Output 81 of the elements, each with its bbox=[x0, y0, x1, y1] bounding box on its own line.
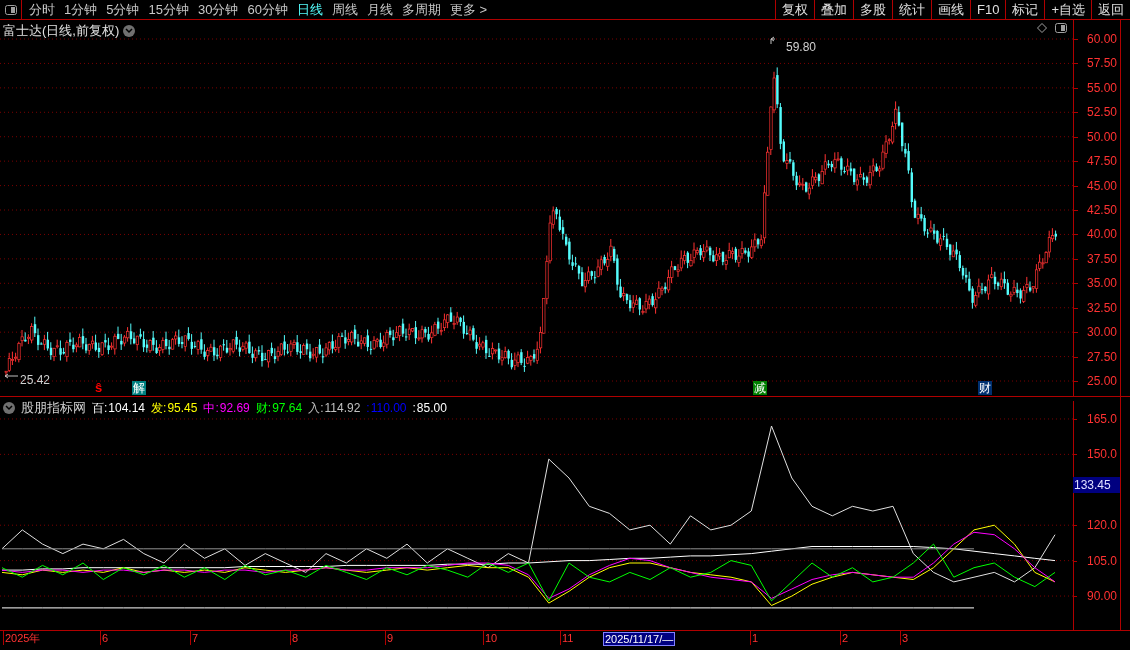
indicator-value: 95.45 bbox=[167, 399, 198, 417]
toolbar-button[interactable]: 统计 bbox=[892, 0, 931, 19]
indicator-label: : bbox=[366, 399, 370, 417]
axis-label: 52.50 bbox=[1086, 106, 1117, 119]
axis-label: 120.0 bbox=[1086, 519, 1117, 532]
diamond-icon[interactable] bbox=[1037, 23, 1047, 33]
time-label: 1 bbox=[750, 631, 759, 645]
period-tab[interactable]: 15分钟 bbox=[148, 0, 189, 20]
period-tab[interactable]: 30分钟 bbox=[197, 0, 239, 20]
axis-label: 40.00 bbox=[1086, 228, 1117, 241]
indicator-label: 中: bbox=[203, 399, 219, 417]
period-tab[interactable]: 多周期 bbox=[401, 0, 441, 20]
current-value-label: 133.45 bbox=[1073, 477, 1120, 493]
axis-label: 57.50 bbox=[1086, 57, 1117, 70]
axis-label: 30.00 bbox=[1086, 326, 1117, 339]
axis-label: 150.0 bbox=[1086, 448, 1117, 461]
dropdown-icon[interactable] bbox=[123, 24, 136, 37]
indicator-value: 92.69 bbox=[219, 399, 250, 417]
indicator-value: 104.14 bbox=[108, 399, 146, 417]
toolbar-button[interactable]: 标记 bbox=[1005, 0, 1045, 19]
panel-toggle-icon[interactable] bbox=[1055, 23, 1067, 33]
signal-tag: 财 bbox=[978, 381, 992, 395]
time-label: 10 bbox=[483, 631, 498, 645]
period-tab[interactable]: 周线 bbox=[331, 0, 358, 20]
period-tab[interactable]: 更多 > bbox=[449, 0, 488, 20]
period-tab[interactable]: 5分钟 bbox=[106, 0, 140, 20]
panel-toggle-icon[interactable] bbox=[4, 4, 17, 15]
axis-label: 45.00 bbox=[1086, 179, 1117, 192]
indicator-value: 114.92 bbox=[324, 399, 361, 417]
time-label: 2025/11/17/— bbox=[603, 632, 676, 646]
dropdown-icon[interactable] bbox=[3, 401, 15, 414]
axis-label: 37.50 bbox=[1086, 252, 1117, 265]
leader-line bbox=[770, 36, 776, 45]
signal-tag: 解 bbox=[132, 381, 146, 395]
axis-label: 90.00 bbox=[1086, 590, 1117, 603]
time-label: 2025年 bbox=[3, 631, 41, 645]
axis-label: 42.50 bbox=[1086, 204, 1117, 216]
indicator-label: 发: bbox=[151, 399, 167, 417]
toolbar-button[interactable]: 多股 bbox=[853, 0, 892, 19]
indicator-label: : bbox=[412, 399, 416, 417]
toolbar-button[interactable]: 画线 bbox=[931, 0, 970, 19]
toolbar-button[interactable]: 返回 bbox=[1091, 0, 1130, 19]
toolbar-button[interactable]: 叠加 bbox=[814, 0, 853, 19]
high-price-label: 59.80 bbox=[786, 39, 817, 56]
axis-label: 105.0 bbox=[1086, 554, 1117, 567]
indicator-label: 入: bbox=[308, 399, 324, 417]
toolbar-button[interactable]: +自选 bbox=[1044, 0, 1091, 19]
axis-label: 27.50 bbox=[1086, 350, 1117, 363]
indicator-value: 85.00 bbox=[416, 399, 447, 417]
signal-mark: ŝ bbox=[95, 380, 103, 396]
axis-label: 47.50 bbox=[1086, 155, 1117, 168]
time-label: 11 bbox=[560, 631, 574, 645]
axis-label: 35.00 bbox=[1086, 277, 1117, 290]
indicator-name: 股朋指标网 bbox=[21, 399, 86, 417]
axis-label: 25.00 bbox=[1086, 375, 1117, 387]
period-tab[interactable]: 月线 bbox=[366, 0, 393, 20]
toolbar-button[interactable]: F10 bbox=[970, 0, 1006, 19]
indicator-value: 110.00 bbox=[370, 399, 407, 417]
axis-label: 32.50 bbox=[1086, 301, 1117, 314]
toolbar-button[interactable]: 复权 bbox=[775, 0, 814, 19]
time-label: 2 bbox=[840, 631, 849, 645]
time-label: 3 bbox=[900, 631, 909, 645]
time-label: 9 bbox=[385, 631, 394, 645]
axis-label: 55.00 bbox=[1086, 81, 1117, 94]
signal-tag: 减 bbox=[753, 381, 767, 395]
time-label: 7 bbox=[190, 631, 199, 645]
axis-label: 60.00 bbox=[1086, 33, 1117, 45]
time-label: 8 bbox=[290, 631, 299, 645]
period-tab[interactable]: 分时 bbox=[29, 0, 55, 20]
axis-label: 50.00 bbox=[1086, 130, 1117, 143]
leader-line bbox=[4, 373, 19, 379]
indicator-value: 97.64 bbox=[272, 399, 303, 417]
indicator-label: 财: bbox=[255, 399, 272, 417]
indicator-label: 百: bbox=[92, 399, 108, 417]
period-tab[interactable]: 日线 bbox=[296, 0, 323, 20]
time-label: 6 bbox=[100, 631, 109, 645]
low-price-label: 25.42 bbox=[20, 372, 51, 389]
chart-title: 富士达(日线,前复权) bbox=[3, 22, 120, 40]
period-tab[interactable]: 1分钟 bbox=[64, 0, 98, 20]
axis-label: 165.0 bbox=[1086, 412, 1117, 425]
period-tab[interactable]: 60分钟 bbox=[247, 0, 288, 20]
